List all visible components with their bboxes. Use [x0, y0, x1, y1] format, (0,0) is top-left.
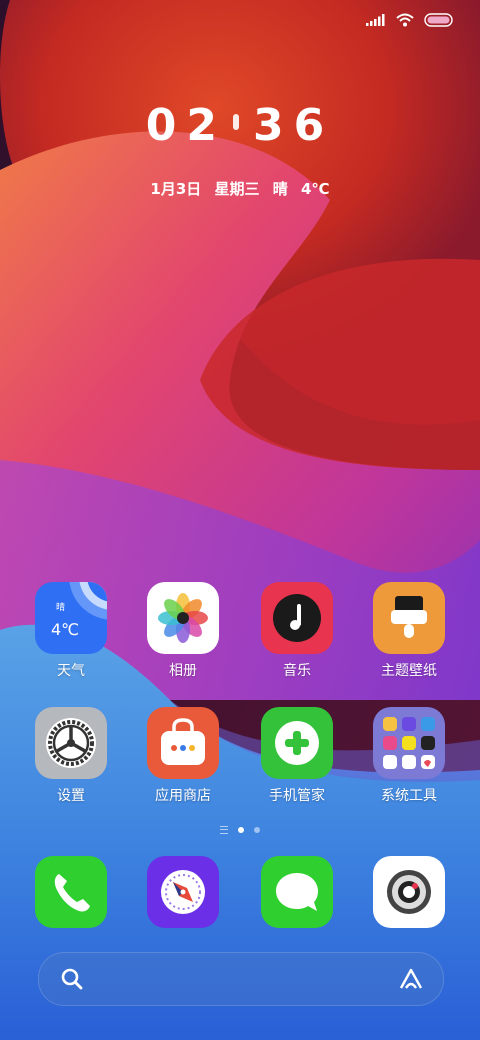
phone-manager-plus-icon	[261, 707, 333, 779]
dock-messages[interactable]	[242, 856, 352, 928]
app-store[interactable]: 应用商店	[128, 707, 238, 805]
temperature-text: 4℃	[301, 180, 330, 198]
app-label: 系统工具	[381, 788, 437, 804]
phone-icon	[35, 856, 107, 928]
page-dot	[254, 827, 260, 833]
dock-browser[interactable]	[128, 856, 238, 928]
app-label: 主题壁纸	[381, 663, 437, 679]
app-folder-system-tools[interactable]: 系统工具	[354, 707, 464, 805]
wifi-icon	[396, 13, 414, 27]
date-text: 1月3日	[150, 180, 202, 198]
theme-brush-icon	[373, 582, 445, 654]
camera-icon	[373, 856, 445, 928]
app-themes[interactable]: 主题壁纸	[354, 582, 464, 680]
clock-widget[interactable]: 02 36	[0, 100, 480, 151]
app-label: 设置	[57, 788, 85, 804]
page-indicator[interactable]	[0, 826, 480, 834]
app-photos[interactable]: 相册	[128, 582, 238, 680]
assistant-icon[interactable]	[397, 966, 425, 992]
battery-icon	[424, 13, 453, 27]
status-bar	[366, 10, 454, 30]
app-label: 应用商店	[155, 788, 211, 804]
music-note-icon	[261, 582, 333, 654]
weather-widget-condition: 晴	[56, 603, 66, 613]
app-weather[interactable]: 晴 4℃ 天气	[16, 582, 126, 680]
app-label: 手机管家	[269, 788, 325, 804]
clock-separator	[233, 114, 239, 130]
app-store-bag-icon	[147, 707, 219, 779]
page-indicator-list-icon	[220, 826, 228, 834]
app-label: 相册	[169, 663, 197, 679]
weekday-text: 星期三	[214, 180, 260, 198]
search-icon[interactable]	[59, 966, 85, 992]
clock-hour: 02	[145, 100, 227, 151]
settings-gear-icon	[35, 707, 107, 779]
weather-widget-temp: 4℃	[51, 620, 80, 639]
weather-text: 晴	[272, 180, 288, 198]
weather-icon: 晴 4℃	[35, 582, 107, 654]
page-dot-active	[238, 827, 244, 833]
browser-compass-icon	[147, 856, 219, 928]
signal-icon	[366, 14, 385, 26]
folder-icon	[373, 707, 445, 779]
dock-camera[interactable]	[354, 856, 464, 928]
photos-flower-icon	[147, 582, 219, 654]
search-bar[interactable]	[38, 952, 444, 1006]
dock-phone[interactable]	[16, 856, 126, 928]
app-label: 天气	[57, 663, 85, 679]
app-music[interactable]: 音乐	[242, 582, 352, 680]
clock-minute: 36	[253, 100, 335, 151]
messages-icon	[261, 856, 333, 928]
date-weather-line: 1月3日 星期三 晴 4℃	[0, 178, 480, 199]
app-phone-manager[interactable]: 手机管家	[242, 707, 352, 805]
app-label: 音乐	[283, 663, 311, 679]
app-settings[interactable]: 设置	[16, 707, 126, 805]
